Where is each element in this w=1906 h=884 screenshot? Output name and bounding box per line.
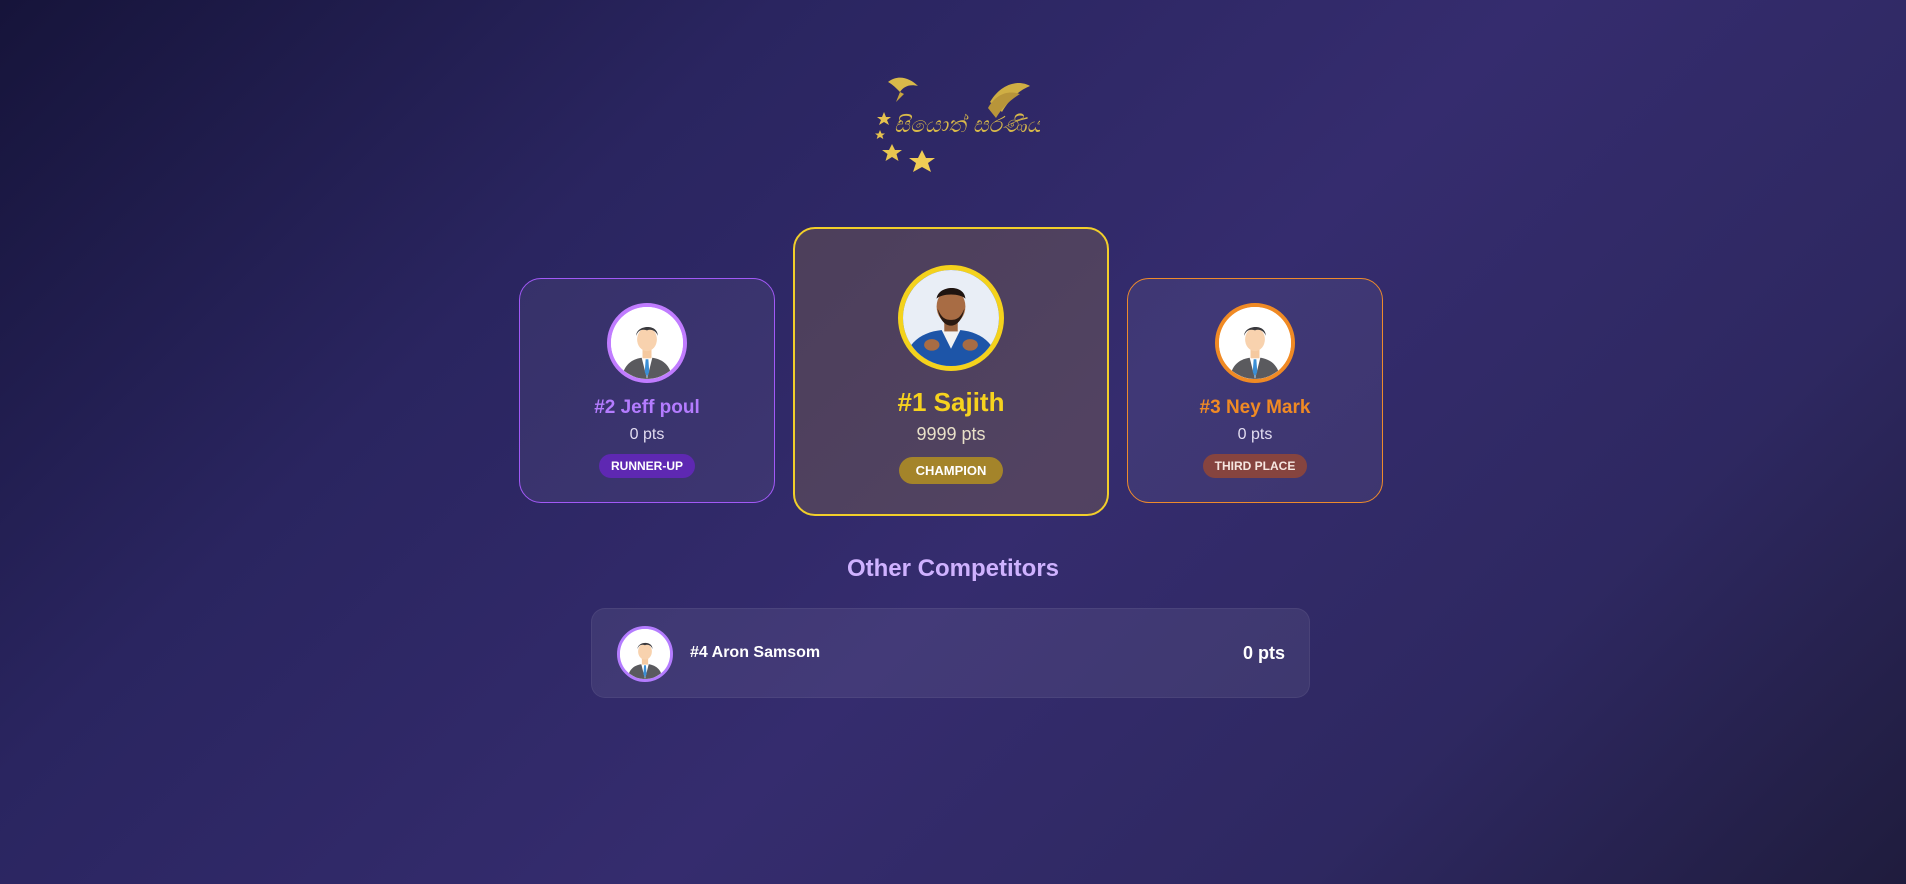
competitor-name: #2 Jeff poul: [594, 397, 700, 418]
podium-card-first[interactable]: #1 Sajith 9999 pts CHAMPION: [793, 227, 1109, 516]
avatar: [1215, 303, 1295, 383]
businessman-avatar-icon: [1219, 307, 1291, 379]
competitor-name: #1 Sajith: [897, 387, 1005, 417]
app-logo: සියොත් සරණිය: [870, 72, 1040, 182]
avatar: [898, 265, 1004, 371]
competitor-name: #4 Aron Samsom: [690, 644, 821, 661]
competitor-points: 9999 pts: [916, 424, 986, 444]
svg-text:සියොත් සරණිය: සියොත් සරණිය: [894, 113, 1040, 138]
podium-card-second[interactable]: #2 Jeff poul 0 pts RUNNER-UP: [519, 278, 775, 503]
logo-bird-stars-icon: සියොත් සරණිය: [875, 77, 1040, 172]
rank-badge: RUNNER-UP: [599, 454, 695, 478]
businessman-avatar-icon: [611, 307, 683, 379]
champion-profile-photo: [903, 270, 999, 366]
podium-card-third[interactable]: #3 Ney Mark 0 pts THIRD PLACE: [1127, 278, 1383, 503]
rank-badge: THIRD PLACE: [1202, 454, 1308, 478]
competitor-points: 0 pts: [1237, 426, 1273, 443]
competitor-name: #3 Ney Mark: [1199, 397, 1311, 418]
list-item[interactable]: #4 Aron Samsom 0 pts: [591, 608, 1310, 698]
competitor-points: 0 pts: [1242, 643, 1285, 663]
businessman-avatar-icon: [620, 629, 670, 679]
rank-badge: CHAMPION: [898, 457, 1004, 484]
section-title-other-competitors: Other Competitors: [846, 555, 1059, 582]
avatar: [607, 303, 687, 383]
competitor-points: 0 pts: [629, 426, 665, 443]
avatar: [617, 626, 673, 682]
